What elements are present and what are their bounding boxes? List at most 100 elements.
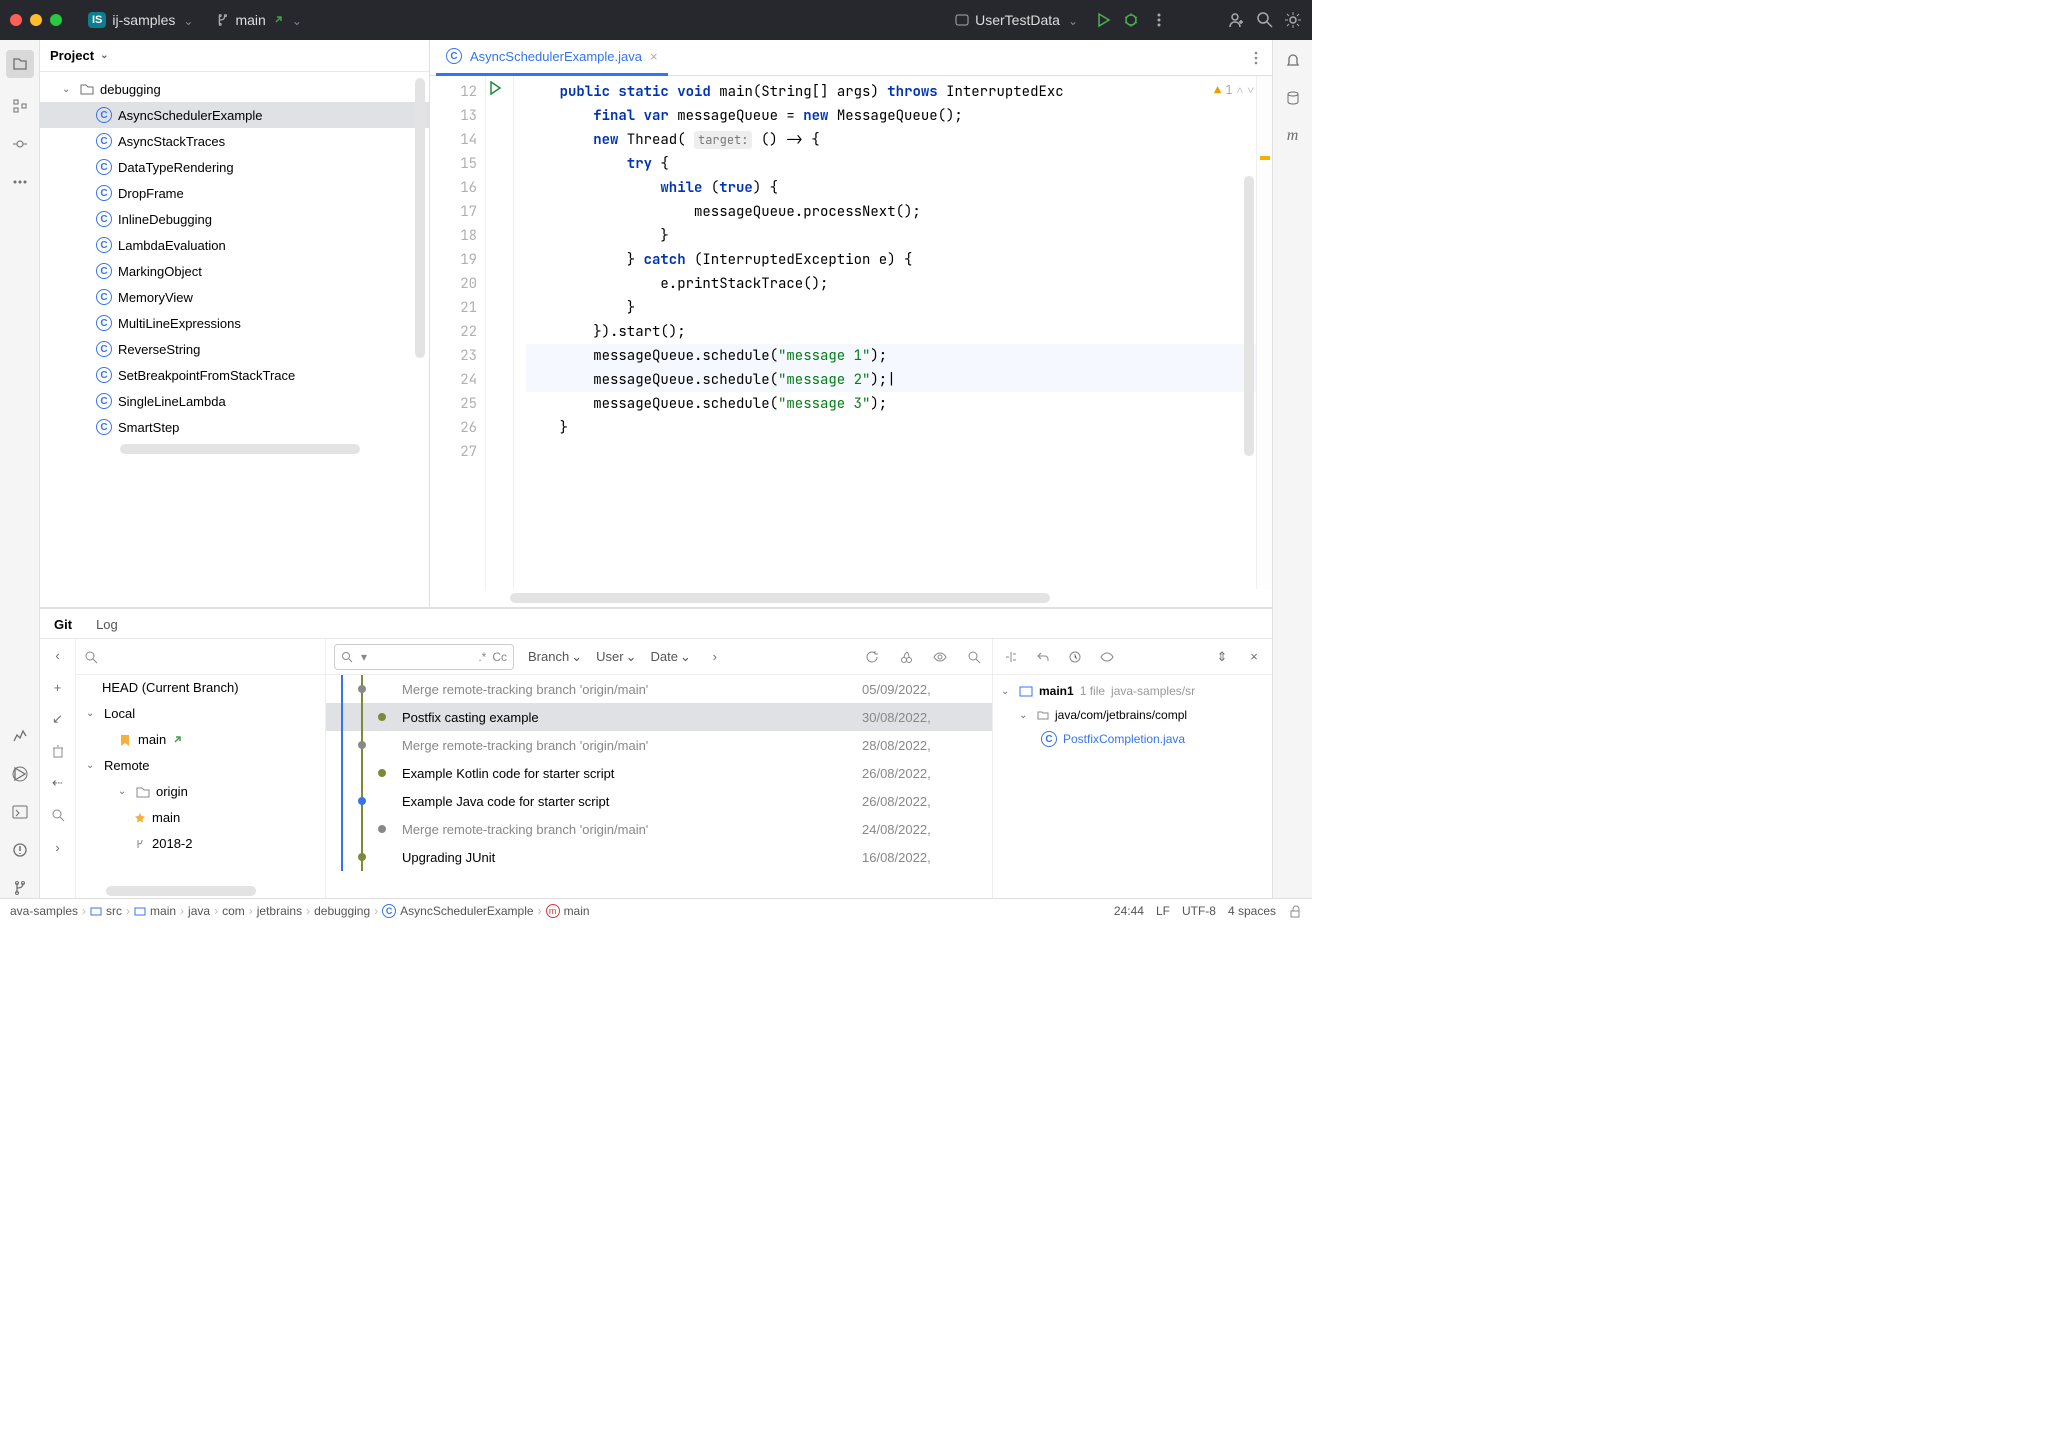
database-button[interactable] xyxy=(1283,88,1303,108)
more-tool-button[interactable] xyxy=(10,172,30,192)
tree-file[interactable]: CMultiLineExpressions xyxy=(40,310,429,336)
branch-origin-2018[interactable]: 2018-2 xyxy=(76,831,325,857)
tree-file[interactable]: CReverseString xyxy=(40,336,429,362)
project-panel-header[interactable]: Project ⌄ xyxy=(40,40,429,72)
add-button[interactable]: + xyxy=(48,677,68,697)
user-filter[interactable]: User⌄ xyxy=(596,649,636,665)
checkout-button[interactable]: ↙ xyxy=(48,709,68,729)
caret-position[interactable]: 24:44 xyxy=(1114,904,1144,918)
branch-filter[interactable]: Branch⌄ xyxy=(528,649,582,665)
close-tab-icon[interactable]: × xyxy=(650,49,658,64)
line-gutter[interactable]: 12131415161718192021222324252627 xyxy=(430,76,486,589)
tab-options-button[interactable] xyxy=(1246,48,1266,68)
close-window[interactable] xyxy=(10,14,22,26)
commit-row[interactable]: Merge remote-tracking branch 'origin/mai… xyxy=(326,815,992,843)
breadcrumb-item[interactable]: debugging xyxy=(314,904,370,918)
tree-file[interactable]: CMemoryView xyxy=(40,284,429,310)
preview-button[interactable] xyxy=(930,647,950,667)
cherry-pick-button[interactable] xyxy=(896,647,916,667)
origin-node[interactable]: ⌄origin xyxy=(76,779,325,805)
tree-file[interactable]: CMarkingObject xyxy=(40,258,429,284)
commit-tool-button[interactable] xyxy=(10,134,30,154)
collapse-button[interactable]: ‹ xyxy=(48,645,68,665)
tab-git[interactable]: Git xyxy=(50,611,76,638)
project-switcher[interactable]: IS ij-samples xyxy=(82,8,199,32)
settings-button[interactable] xyxy=(1284,11,1302,29)
details-folder[interactable]: ⌄ java/com/jetbrains/compl xyxy=(1001,703,1264,727)
commit-search-input[interactable]: ▾ .* Cc xyxy=(334,644,514,670)
code-content[interactable]: public static void main(String[] args) t… xyxy=(514,76,1256,589)
expand-button[interactable]: › xyxy=(48,837,68,857)
horizontal-scrollbar[interactable] xyxy=(510,593,1050,603)
tab-log[interactable]: Log xyxy=(92,611,122,638)
encoding[interactable]: UTF-8 xyxy=(1182,904,1216,918)
expand-button[interactable]: ⇕ xyxy=(1212,647,1232,667)
show-diff-button[interactable] xyxy=(1097,647,1117,667)
inspection-badge[interactable]: ▲ 1 ˄ ˅ xyxy=(1214,82,1254,98)
minimize-window[interactable] xyxy=(30,14,42,26)
go-to-ref-button[interactable]: › xyxy=(705,647,725,667)
breadcrumb-item[interactable]: com xyxy=(222,904,245,918)
tree-file[interactable]: CDropFrame xyxy=(40,180,429,206)
commit-row[interactable]: Example Java code for starter script26/0… xyxy=(326,787,992,815)
code-editor[interactable]: 12131415161718192021222324252627 public … xyxy=(430,76,1272,589)
more-actions-button[interactable] xyxy=(1150,11,1168,29)
project-tree[interactable]: ⌄ debugging CAsyncSchedulerExampleCAsync… xyxy=(40,72,429,607)
tree-file[interactable]: CSingleLineLambda xyxy=(40,388,429,414)
head-row[interactable]: HEAD (Current Branch) xyxy=(76,675,325,701)
run-button[interactable] xyxy=(1094,11,1112,29)
commit-row[interactable]: Upgrading JUnit16/08/2022, xyxy=(326,843,992,871)
vcs-branch-widget[interactable]: main xyxy=(209,8,307,32)
horizontal-scrollbar[interactable] xyxy=(120,444,360,454)
branch-local-main[interactable]: main xyxy=(76,727,325,753)
breadcrumb-item[interactable]: jetbrains xyxy=(257,904,302,918)
branch-tree[interactable]: HEAD (Current Branch) ⌄Local main ⌄Remot… xyxy=(76,675,325,884)
close-details-button[interactable]: × xyxy=(1244,647,1264,667)
branch-origin-main[interactable]: main xyxy=(76,805,325,831)
editor-tab[interactable]: C AsyncSchedulerExample.java × xyxy=(436,40,668,76)
tree-file[interactable]: CLambdaEvaluation xyxy=(40,232,429,258)
commit-row[interactable]: Merge remote-tracking branch 'origin/mai… xyxy=(326,675,992,703)
breadcrumb-item[interactable]: ava-samples xyxy=(10,904,78,918)
profiler-tool-button[interactable] xyxy=(10,726,30,746)
debug-button[interactable] xyxy=(1122,11,1140,29)
tree-file[interactable]: CAsyncStackTraces xyxy=(40,128,429,154)
chevron-down-icon[interactable]: ˅ xyxy=(1247,82,1254,98)
problems-tool-button[interactable] xyxy=(10,840,30,860)
commit-row[interactable]: Merge remote-tracking branch 'origin/mai… xyxy=(326,731,992,759)
search-everywhere-button[interactable] xyxy=(1256,11,1274,29)
services-tool-button[interactable] xyxy=(10,764,30,784)
gutter-icons[interactable] xyxy=(486,76,514,589)
maven-button[interactable]: m xyxy=(1283,126,1303,146)
tree-file[interactable]: CInlineDebugging xyxy=(40,206,429,232)
error-stripe[interactable] xyxy=(1256,76,1272,589)
line-separator[interactable]: LF xyxy=(1156,904,1170,918)
maximize-window[interactable] xyxy=(50,14,62,26)
regex-toggle[interactable]: .* xyxy=(478,650,486,664)
revert-button[interactable] xyxy=(1033,647,1053,667)
branch-search[interactable] xyxy=(76,639,325,675)
vertical-scrollbar[interactable] xyxy=(415,78,425,358)
details-header[interactable]: ⌄ main1 1 file java-samples/sr xyxy=(1001,679,1264,703)
history-button[interactable] xyxy=(1065,647,1085,667)
group-by-button[interactable] xyxy=(1001,647,1021,667)
terminal-tool-button[interactable] xyxy=(10,802,30,822)
tree-folder-debugging[interactable]: ⌄ debugging xyxy=(40,76,429,102)
breadcrumbs[interactable]: ava-samples›src›main›java›com›jetbrains›… xyxy=(10,904,590,918)
warning-marker[interactable] xyxy=(1260,156,1270,160)
tree-file[interactable]: CSmartStep xyxy=(40,414,429,440)
structure-tool-button[interactable] xyxy=(10,96,30,116)
git-tool-button[interactable] xyxy=(10,878,30,898)
commit-list[interactable]: Merge remote-tracking branch 'origin/mai… xyxy=(326,675,992,898)
case-toggle[interactable]: Cc xyxy=(492,650,507,664)
tree-file[interactable]: CDataTypeRendering xyxy=(40,154,429,180)
notifications-button[interactable] xyxy=(1283,50,1303,70)
breadcrumb-item[interactable]: java xyxy=(188,904,210,918)
date-filter[interactable]: Date⌄ xyxy=(650,649,690,665)
code-with-me-button[interactable] xyxy=(1228,11,1246,29)
local-node[interactable]: ⌄Local xyxy=(76,701,325,727)
chevron-up-icon[interactable]: ˄ xyxy=(1236,82,1243,98)
run-gutter-icon[interactable] xyxy=(488,81,502,95)
run-config-selector[interactable]: UserTestData xyxy=(949,8,1084,32)
tree-file[interactable]: CAsyncSchedulerExample xyxy=(40,102,429,128)
